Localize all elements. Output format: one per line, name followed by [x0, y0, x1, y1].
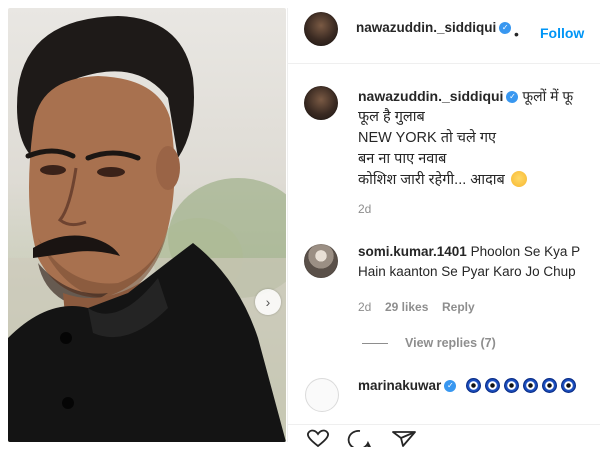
author-username-link[interactable]: nawazuddin._siddiqui — [356, 20, 496, 35]
reply-button[interactable]: Reply — [442, 300, 475, 314]
caption-lines: फूल है गुलाब NEW YORK तो चले गए बन ना पा… — [358, 109, 505, 188]
comment-icon[interactable] — [346, 429, 374, 447]
comment-likes[interactable]: 29 likes — [385, 300, 428, 314]
comment-line-2: Hain kaanton Se Pyar Karo Jo Chup — [358, 264, 576, 279]
caption-body: फूल है गुलाब NEW YORK तो चले गए बन ना पा… — [358, 107, 527, 191]
caption-first-line: nawazuddin._siddiqui ✓ फूलों में फू — [358, 87, 573, 106]
caption-age[interactable]: 2d — [358, 202, 371, 216]
comment-text-1: Phoolon Se Kya P — [470, 244, 581, 259]
verified-badge-icon: ✓ — [506, 91, 519, 104]
verified-badge-icon: ✓ — [499, 22, 512, 35]
comment-username[interactable]: somi.kumar.1401 — [358, 244, 467, 259]
instagram-post-screen: › nawazuddin._siddiqui ✓ • Follow nawazud… — [0, 0, 600, 450]
header-separator: • — [514, 26, 519, 42]
caption-first-text: फूलों में फू — [522, 88, 574, 104]
nazar-amulet-icon — [542, 378, 558, 393]
comment-avatar-2[interactable] — [305, 378, 339, 412]
share-icon[interactable] — [390, 429, 418, 447]
comment-avatar[interactable] — [304, 244, 338, 278]
comment-2-emojis — [466, 378, 580, 393]
panel-divider — [287, 8, 288, 442]
nazar-amulet-icon — [523, 378, 539, 393]
post-header: nawazuddin._siddiqui ✓ • Follow — [288, 8, 600, 64]
heart-icon[interactable] — [304, 429, 332, 447]
portrait-illustration — [8, 16, 286, 442]
post-actions-bar — [288, 424, 600, 447]
nazar-amulet-icon — [466, 378, 482, 393]
view-replies-button[interactable]: View replies (7) — [405, 336, 496, 350]
nazar-amulet-icon — [504, 378, 520, 393]
smiling-face-emoji-icon — [510, 171, 527, 187]
comment-age[interactable]: 2d — [358, 300, 371, 314]
caption-avatar[interactable] — [304, 86, 338, 120]
nazar-amulet-icon — [561, 378, 577, 393]
replies-divider — [362, 343, 388, 344]
caption-username[interactable]: nawazuddin._siddiqui — [358, 88, 503, 104]
follow-button[interactable]: Follow — [540, 25, 584, 41]
post-photo[interactable]: › — [8, 8, 286, 442]
chevron-right-icon: › — [265, 294, 271, 310]
comment-line-1: somi.kumar.1401 Phoolon Se Kya P — [358, 244, 580, 259]
verified-badge-icon: ✓ — [444, 380, 457, 393]
nazar-amulet-icon — [485, 378, 501, 393]
author-avatar[interactable] — [304, 12, 338, 46]
next-photo-button[interactable]: › — [255, 289, 281, 315]
comment-2: marinakuwar ✓ — [358, 378, 580, 393]
author-username[interactable]: nawazuddin._siddiqui ✓ — [356, 20, 512, 35]
comment-username-2[interactable]: marinakuwar — [358, 378, 441, 393]
